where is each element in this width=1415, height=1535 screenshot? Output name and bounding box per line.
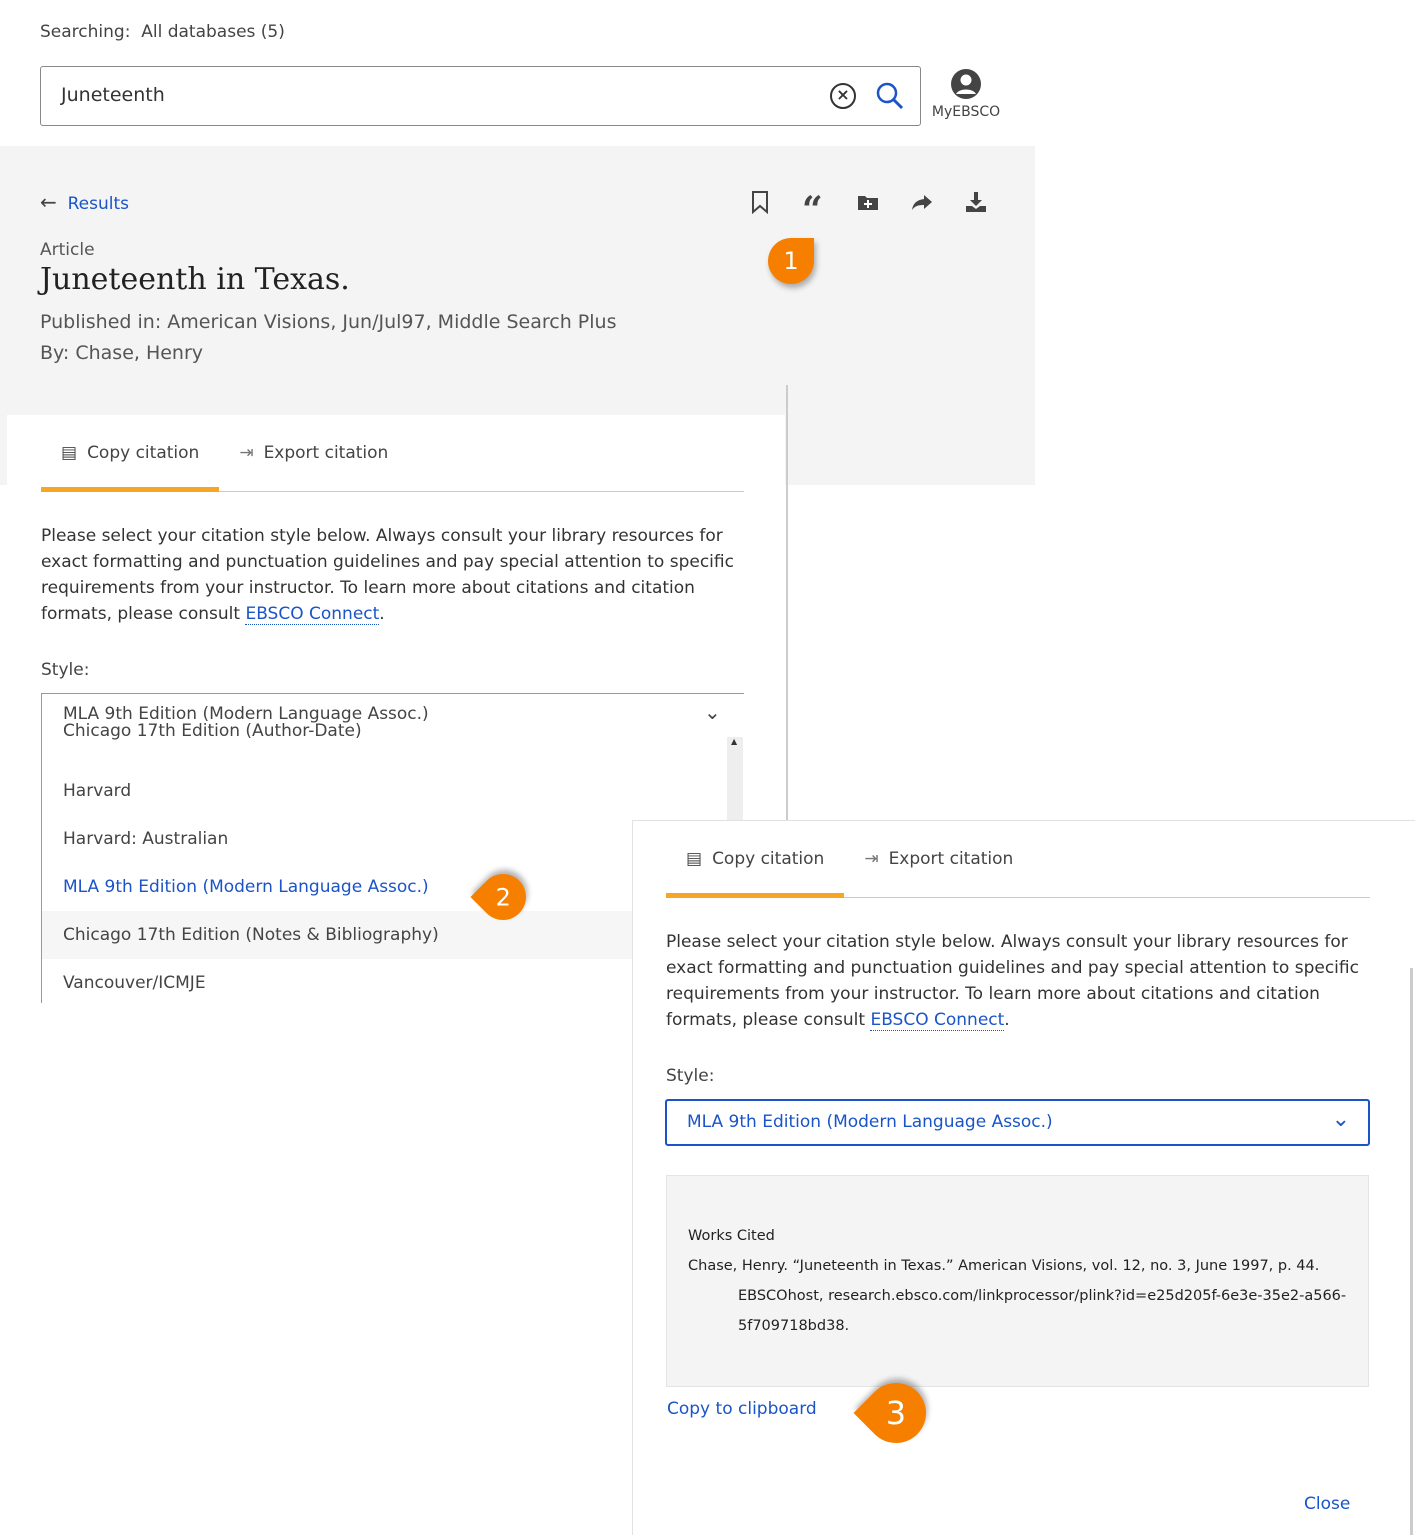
- bookmark-icon[interactable]: [748, 190, 772, 215]
- user-avatar-icon: [951, 69, 981, 99]
- search-icon[interactable]: [875, 81, 905, 111]
- intro-end: .: [1004, 1010, 1010, 1030]
- option-label: Harvard: Australian: [63, 829, 229, 849]
- chevron-down-icon: ⌄: [1331, 1107, 1350, 1132]
- citation-tabs: ▤ Copy citation ⇥ Export citation: [666, 821, 1370, 898]
- myebsco-label: MyEBSCO: [931, 104, 1001, 120]
- style-option[interactable]: Chicago 17th Edition (Notes & Bibliograp…: [42, 911, 632, 959]
- intro-text: Please select your citation style below.…: [41, 523, 745, 627]
- record-title: Juneteenth in Texas.: [40, 262, 350, 297]
- search-scope: Searching: All databases (5): [40, 22, 285, 42]
- style-option-selected[interactable]: MLA 9th Edition (Modern Language Assoc.): [42, 863, 632, 911]
- tab-label: Export citation: [263, 443, 389, 463]
- copy-to-clipboard-button[interactable]: Copy to clipboard: [667, 1399, 817, 1419]
- callout-number: 1: [783, 247, 799, 275]
- results-label: Results: [67, 194, 129, 214]
- style-label: Style:: [41, 660, 90, 680]
- selected-style: MLA 9th Edition (Modern Language Assoc.): [687, 1112, 1053, 1132]
- works-cited-heading: Works Cited: [688, 1228, 775, 1244]
- tab-label: Export citation: [888, 849, 1014, 869]
- style-option[interactable]: Harvard: [42, 767, 632, 815]
- callout-number: 3: [885, 1394, 907, 1433]
- ebsco-connect-link[interactable]: EBSCO Connect: [245, 604, 380, 625]
- citation-line: 5f709718bd38.: [738, 1318, 850, 1334]
- tab-copy-citation[interactable]: ▤ Copy citation: [666, 821, 845, 898]
- close-button[interactable]: Close: [1304, 1494, 1350, 1514]
- style-select[interactable]: MLA 9th Edition (Modern Language Assoc.)…: [665, 1099, 1370, 1146]
- record-type: Article: [40, 240, 95, 260]
- callout-number: 2: [495, 883, 511, 911]
- export-icon: ⇥: [864, 849, 879, 869]
- tab-copy-citation[interactable]: ▤ Copy citation: [41, 415, 220, 492]
- option-label: Chicago 17th Edition (Author-Date): [63, 721, 362, 741]
- citation-line: EBSCOhost, research.ebsco.com/linkproces…: [738, 1288, 1347, 1304]
- chevron-down-icon[interactable]: ⌄: [704, 700, 721, 724]
- citation-tabs: ▤ Copy citation ⇥ Export citation: [41, 415, 744, 492]
- intro-end: .: [379, 604, 385, 624]
- tab-label: Copy citation: [712, 849, 825, 869]
- clear-icon[interactable]: ×: [830, 83, 856, 109]
- search-query[interactable]: Juneteenth: [61, 84, 165, 106]
- style-option[interactable]: Chicago 17th Edition (Author-Date): [42, 707, 632, 741]
- arrow-left-icon: ←: [40, 190, 57, 214]
- tab-export-citation[interactable]: ⇥ Export citation: [219, 415, 408, 491]
- intro-body: Please select your citation style below.…: [41, 526, 734, 624]
- export-icon: ⇥: [239, 443, 254, 463]
- download-icon[interactable]: [964, 190, 988, 214]
- panel-scrollbar[interactable]: [1410, 968, 1413, 1535]
- copy-icon: ▤: [686, 849, 703, 869]
- style-option[interactable]: Vancouver/ICMJE: [42, 959, 632, 1007]
- search-input[interactable]: Juneteenth ×: [40, 66, 921, 126]
- scope-label: Searching:: [40, 22, 131, 42]
- intro-text: Please select your citation style below.…: [666, 929, 1375, 1033]
- share-icon[interactable]: [910, 190, 934, 214]
- ebsco-connect-link[interactable]: EBSCO Connect: [870, 1010, 1005, 1031]
- dropdown-scrollbar[interactable]: ▲: [727, 737, 743, 820]
- option-label: Vancouver/ICMJE: [63, 973, 206, 993]
- option-label: Chicago 17th Edition (Notes & Bibliograp…: [63, 925, 439, 945]
- record-published: Published in: American Visions, Jun/Jul9…: [40, 311, 617, 333]
- style-option[interactable]: Harvard: Australian: [42, 815, 632, 863]
- tab-export-citation[interactable]: ⇥ Export citation: [844, 821, 1033, 897]
- panel-divider: [786, 385, 788, 821]
- style-label: Style:: [666, 1066, 715, 1086]
- record-toolbar: “: [748, 190, 988, 230]
- copy-icon: ▤: [61, 443, 78, 463]
- callout-1: 1: [768, 238, 814, 284]
- option-label: Harvard: [63, 781, 132, 801]
- intro-body: Please select your citation style below.…: [666, 932, 1359, 1030]
- citation-line: Chase, Henry. “Juneteenth in Texas.” Ame…: [688, 1258, 1320, 1274]
- cite-quote-icon[interactable]: “: [802, 190, 826, 230]
- myebsco-button[interactable]: MyEBSCO: [930, 68, 1002, 120]
- add-to-folder-icon[interactable]: [856, 190, 880, 214]
- back-to-results-link[interactable]: ← Results: [40, 190, 129, 214]
- citation-preview: Works Cited Chase, Henry. “Juneteenth in…: [666, 1175, 1369, 1387]
- scope-value[interactable]: All databases (5): [141, 22, 285, 42]
- record-author: By: Chase, Henry: [40, 342, 204, 364]
- tab-label: Copy citation: [87, 443, 200, 463]
- option-label: MLA 9th Edition (Modern Language Assoc.): [63, 877, 429, 897]
